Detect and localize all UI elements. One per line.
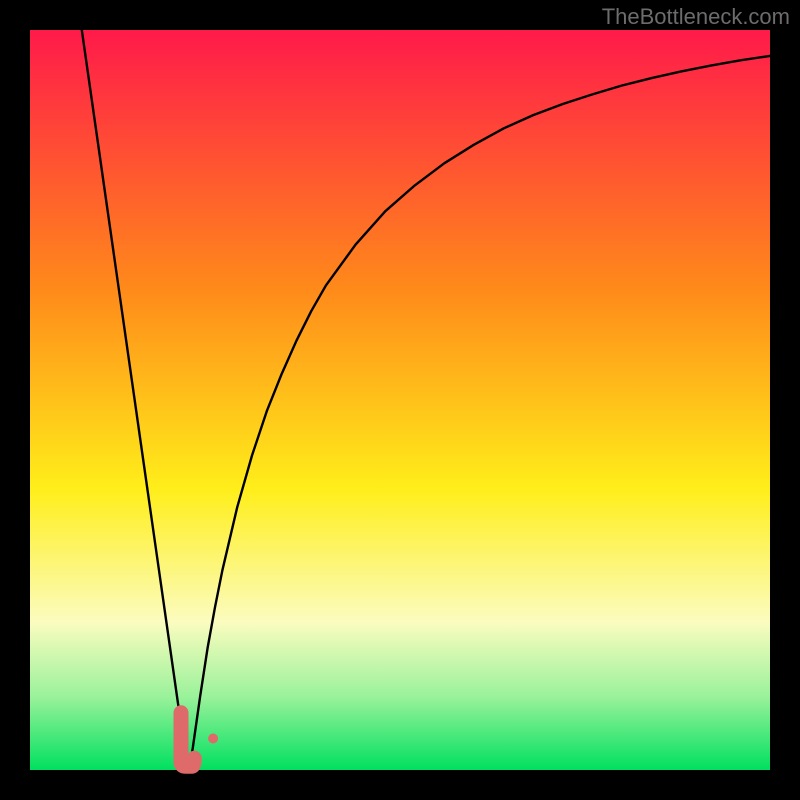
chart-svg <box>0 0 800 800</box>
chart-root: { "attribution": "TheBottleneck.com", "c… <box>0 0 800 800</box>
attribution-text: TheBottleneck.com <box>602 4 790 30</box>
plot-area <box>30 30 770 770</box>
marker-blob-b <box>208 734 218 744</box>
